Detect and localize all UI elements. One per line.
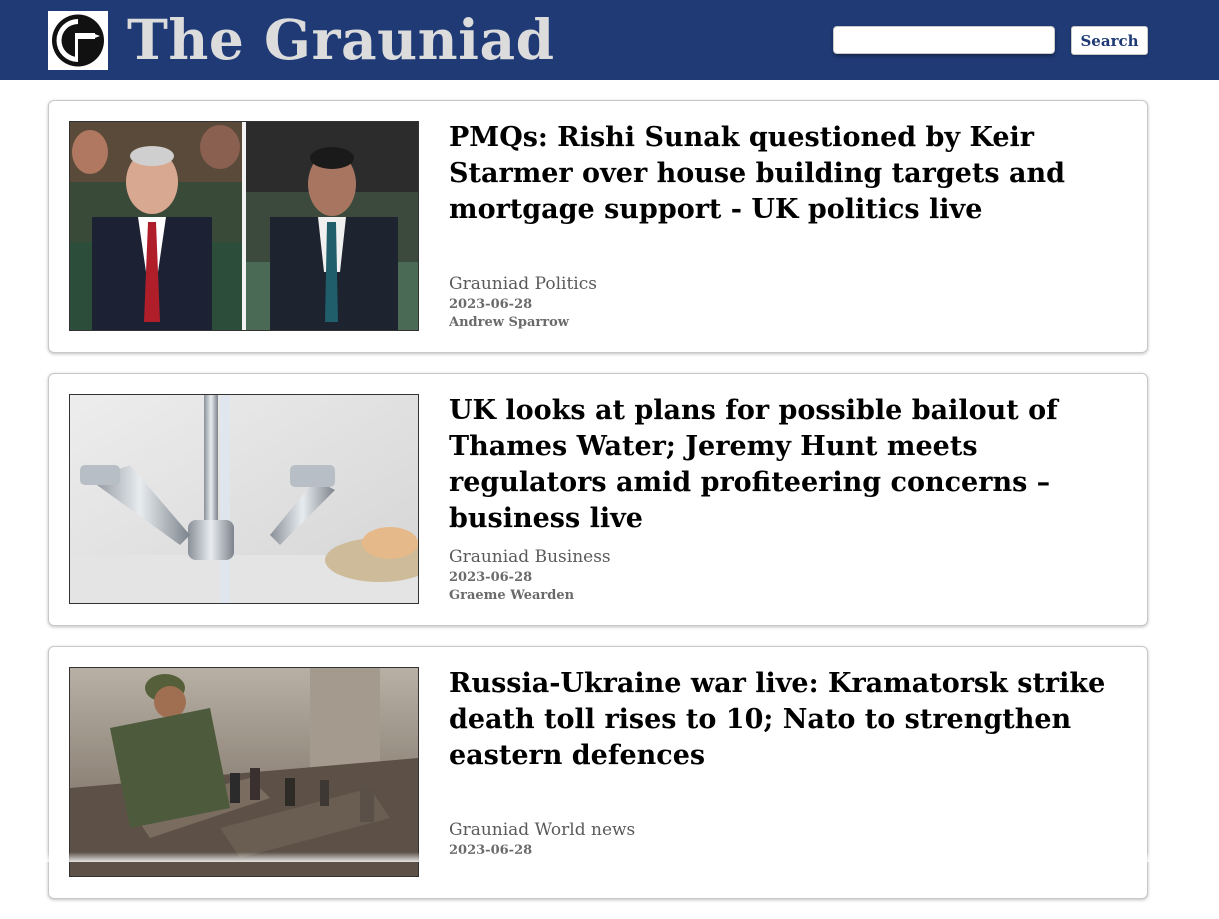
article-author: Andrew Sparrow [449, 315, 569, 330]
article-section: Grauniad Politics [449, 274, 597, 294]
article-date: 2023-06-28 [449, 297, 533, 312]
article-image[interactable] [69, 667, 419, 877]
site-header: The Grauniad Search [0, 0, 1219, 80]
grauniad-logo-icon[interactable] [48, 11, 108, 70]
article-section: Grauniad World news [449, 820, 636, 840]
article-image[interactable] [69, 121, 419, 331]
article-image[interactable] [69, 394, 419, 604]
scroll-fade [0, 852, 1219, 862]
article-title[interactable]: UK looks at plans for possible bailout o… [449, 393, 1129, 537]
search-button[interactable]: Search [1071, 26, 1148, 55]
article-date: 2023-06-28 [449, 570, 533, 585]
search-input[interactable] [833, 26, 1055, 54]
article-card[interactable]: PMQs: Rishi Sunak questioned by Keir Sta… [48, 100, 1148, 353]
site-title[interactable]: The Grauniad [127, 4, 555, 76]
article-title[interactable]: PMQs: Rishi Sunak questioned by Keir Sta… [449, 120, 1129, 228]
article-list: PMQs: Rishi Sunak questioned by Keir Sta… [48, 100, 1148, 919]
article-title[interactable]: Russia-Ukraine war live: Kramatorsk stri… [449, 666, 1129, 774]
article-author: Graeme Wearden [449, 588, 575, 603]
article-card[interactable]: UK looks at plans for possible bailout o… [48, 373, 1148, 626]
article-section: Grauniad Business [449, 547, 611, 567]
